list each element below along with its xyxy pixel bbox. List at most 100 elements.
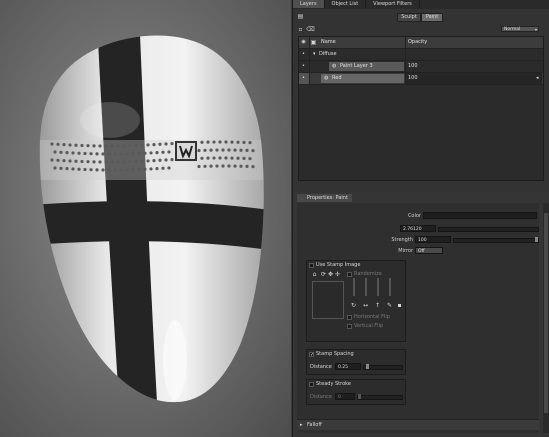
steady-distance-slider[interactable]	[357, 394, 403, 400]
layer-visibility[interactable]: •	[299, 61, 310, 72]
rivet-dot	[230, 140, 234, 144]
properties-body: Color Size 2.76120 Strength 100 Mirror O…	[297, 203, 539, 433]
layer-row[interactable]: • ◍ Paint Layer 3 100	[299, 61, 543, 73]
rivet-dot	[113, 152, 117, 156]
rivet-dot	[68, 143, 72, 147]
folder-icon[interactable]: ⌂	[311, 271, 318, 278]
layer-opacity[interactable]: 100	[405, 73, 542, 84]
rivet-dot	[203, 148, 207, 152]
scrollbar-thumb[interactable]	[544, 213, 548, 413]
reset-icon[interactable]: ⟳	[320, 271, 327, 278]
stamp-spacing-checkbox[interactable]: ✓	[309, 352, 314, 358]
3d-viewport[interactable]	[0, 0, 291, 437]
stamp-distance-label: Distance	[310, 364, 332, 370]
rivet-dot	[131, 152, 135, 156]
delete-layer-icon[interactable]: ⌫	[306, 26, 314, 33]
steady-distance-field[interactable]: 0	[335, 393, 355, 400]
layer-stack-icon[interactable]: ▤	[297, 13, 304, 20]
header-visibility-col: ◉	[299, 37, 310, 48]
layer-thumb-icon: ◍	[332, 63, 337, 69]
stamp-distance-knob[interactable]	[366, 364, 369, 369]
transform-icon[interactable]: ✥	[327, 271, 334, 278]
rivet-dot	[197, 164, 201, 169]
rivet-dot	[110, 144, 114, 148]
rivet-dot	[200, 156, 204, 160]
use-stamp-image-checkbox[interactable]	[309, 263, 314, 268]
rivet-dot	[119, 168, 123, 172]
strength-slider[interactable]	[453, 237, 539, 243]
steady-distance-knob[interactable]	[358, 394, 361, 399]
vertical-flip-label: Vertical Flip	[354, 323, 384, 329]
flip-up-icon[interactable]: ↑	[374, 302, 381, 309]
rivet-dot	[59, 166, 63, 170]
stamp-distance-slider[interactable]	[363, 364, 403, 370]
layer-visibility[interactable]: •	[299, 73, 310, 84]
rivet-dot	[56, 158, 60, 162]
rivet-dot	[98, 160, 102, 164]
layer-row[interactable]: • ▾ Diffuse	[299, 49, 543, 61]
eye-icon: •	[302, 51, 305, 57]
flip-horizontal-icon[interactable]: ↔	[362, 302, 369, 309]
tab-viewport-filters[interactable]: Viewport Filters	[366, 0, 420, 8]
layer-name: Paint Layer 3	[340, 63, 373, 69]
mirror-value: Off	[418, 249, 425, 254]
blend-mode-value: Normal	[504, 27, 521, 32]
rivet-dot	[152, 159, 156, 163]
paint-mode-button[interactable]: Paint	[421, 13, 443, 22]
size-field[interactable]: 2.76120	[400, 225, 436, 232]
rivet-dot	[146, 143, 150, 147]
stamp-sliders[interactable]	[351, 278, 401, 298]
rivet-dot	[167, 150, 171, 154]
vertical-flip-checkbox[interactable]	[347, 324, 352, 329]
rivet-dot	[230, 156, 234, 160]
horizontal-flip-label: Horizontal Flip	[354, 314, 390, 320]
rivet-dot	[152, 143, 156, 147]
rivet-dot	[116, 160, 120, 164]
tab-layers[interactable]: Layers	[293, 0, 325, 8]
falloff-section[interactable]: ▸ Falloff	[297, 419, 539, 430]
properties-scrollbar[interactable]	[543, 203, 549, 433]
rivet-dot	[227, 148, 231, 152]
opacity-arrow-icon[interactable]: ◂	[536, 73, 539, 84]
rivet-dot	[203, 164, 207, 168]
rivet-dot	[200, 140, 204, 144]
stamp-preview[interactable]	[312, 281, 344, 319]
properties-tab[interactable]: Properties: Paint	[297, 194, 352, 202]
mirror-select[interactable]: Off	[415, 247, 443, 254]
rivet-dot	[107, 152, 111, 156]
rivet-dot	[59, 150, 63, 154]
layer-visibility[interactable]: •	[299, 49, 310, 60]
rivet-dot	[170, 142, 174, 146]
strength-field[interactable]: 100	[415, 236, 451, 243]
blend-mode-select[interactable]: Normal ▾	[501, 26, 539, 32]
move-icon[interactable]: ✢	[334, 271, 341, 278]
panel-tabs: Layers Object List Viewport Filters	[293, 0, 549, 9]
size-slider[interactable]	[438, 227, 539, 232]
rivet-dot	[209, 164, 213, 168]
rivet-dot	[209, 148, 213, 152]
horizontal-flip-checkbox[interactable]	[347, 315, 352, 320]
edit-icon[interactable]: ✎	[386, 302, 393, 309]
color-swatch[interactable]	[423, 212, 537, 219]
new-layer-icon[interactable]: ▫	[297, 26, 304, 33]
tab-object-list[interactable]: Object List	[325, 0, 367, 8]
steady-stroke-checkbox[interactable]	[309, 382, 314, 387]
lock-icon[interactable]: ▪	[396, 302, 403, 309]
rivet-dot	[158, 158, 162, 162]
layer-expand-icon[interactable]: ▾	[313, 49, 316, 60]
rivet-dot	[128, 144, 132, 148]
rivet-dot	[122, 160, 126, 164]
layer-name: Red	[332, 75, 342, 81]
rivet-dot	[53, 166, 57, 170]
stamp-spacing-group: ✓ Stamp Spacing Distance 0.25	[306, 349, 406, 375]
rivet-dot	[245, 164, 249, 168]
rivet-dot	[137, 151, 141, 156]
rotate-icon[interactable]: ↻	[350, 302, 357, 309]
sculpt-mode-button[interactable]: Sculpt	[397, 13, 421, 22]
rivet-dot	[221, 148, 225, 152]
stamp-distance-field[interactable]: 0.25	[335, 363, 361, 370]
layer-row-selected[interactable]: • ◍ Red 100 ◂	[299, 73, 543, 85]
layer-thumb-icon: ◍	[324, 75, 329, 81]
randomize-checkbox[interactable]	[347, 272, 352, 277]
strength-slider-knob[interactable]	[535, 237, 538, 242]
